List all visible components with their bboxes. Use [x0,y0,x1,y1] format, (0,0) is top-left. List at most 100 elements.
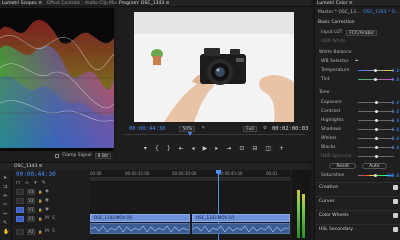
program-timecode[interactable]: 00:00:44:30 [129,126,165,132]
track-target-a2[interactable] [16,228,24,235]
tone-slider[interactable] [358,137,394,140]
eye-icon[interactable]: ◉ [45,198,49,203]
slip-tool-icon[interactable]: ⇔ [3,210,9,219]
section-color-wheels[interactable]: Color Wheels [315,210,400,219]
clip-label[interactable]: OSC_1343 * O... [363,10,399,15]
track-name[interactable]: A1 [27,215,35,222]
audio-clip[interactable] [90,223,190,234]
step-forward-icon[interactable]: ▸ [215,145,218,152]
pen-tool-icon[interactable]: ✎ [3,219,9,228]
lock-icon[interactable]: 🔒 [38,199,42,203]
add-icon[interactable]: + [279,145,284,152]
wrench-icon[interactable]: ✎ [201,126,205,131]
track-target-v3[interactable] [16,188,24,195]
tint-knob[interactable] [374,78,377,81]
tone-value[interactable]: 0.0 [392,145,399,150]
tone-slider-knob[interactable] [374,137,378,140]
step-back-icon[interactable]: ◂ [192,145,195,152]
program-scrub-bar[interactable] [123,132,305,139]
go-to-in-icon[interactable]: ⇤ [179,145,184,152]
tone-value[interactable]: 0.0 [392,109,399,114]
tone-slider-knob[interactable] [374,146,378,149]
video-frame[interactable] [134,12,294,122]
track-target-v1[interactable] [16,206,24,213]
tone-slider[interactable] [358,155,394,158]
out-point-icon[interactable]: } [167,145,171,152]
track-name[interactable]: V1 [27,206,35,213]
razor-tool-icon[interactable]: ✂ [3,201,9,210]
temperature-slider[interactable] [358,69,394,72]
temperature-knob[interactable] [374,69,377,72]
extract-icon[interactable]: ⊟ [252,145,257,152]
tone-slider[interactable] [358,101,394,104]
clamp-signal-checkbox[interactable] [54,153,59,158]
track-select-icon[interactable]: ⇉ [3,183,9,192]
tone-slider[interactable] [358,128,394,131]
section-hsl-secondary[interactable]: HSL Secondary [315,224,400,233]
master-label[interactable]: Master * OSC_13... [318,10,360,15]
eye-icon[interactable]: ◉ [45,207,49,212]
track-name[interactable]: V2 [27,197,35,204]
export-frame-icon[interactable]: ◫ [265,145,271,152]
solo-icon[interactable]: S [52,216,56,221]
video-clip[interactable]: OSC_1343.MOV [V] [90,214,190,222]
white-balance-header[interactable]: White Balance [315,49,400,56]
lock-icon[interactable]: 🔒 [38,230,42,234]
video-clip[interactable]: OSC_1343.MOV [V] [192,214,290,222]
selection-tool-icon[interactable]: ➤ [3,174,9,183]
track-target-v2[interactable] [16,197,24,204]
marker-icon[interactable]: ▾ [144,145,147,152]
track-target-a1[interactable] [16,215,24,222]
lock-icon[interactable]: 🔒 [38,190,42,194]
hand-tool-icon[interactable]: ✋ [3,228,9,237]
lock-icon[interactable]: 🔒 [38,208,42,212]
tab-effect-controls[interactable]: Effect Controls [47,1,80,6]
solo-icon[interactable]: S [52,229,56,234]
playhead-marker[interactable] [188,132,192,136]
timeline-track-area[interactable]: 00:00 00:00:15:00 00:00:30:00 00:00:45:0… [90,170,290,240]
mute-icon[interactable]: M [45,216,49,221]
tone-value[interactable]: 0.0 [392,127,399,132]
color-wheels-checkbox[interactable] [393,212,398,218]
tone-slider[interactable] [358,110,394,113]
reset-button[interactable]: Reset [329,163,357,169]
tone-value[interactable]: 0.0 [392,118,399,123]
input-lut-select[interactable]: FCC/Arabic [346,29,378,36]
lumetri-title[interactable]: Lumetri Color ≡ [317,1,353,6]
tint-value[interactable]: 0.0 [392,77,399,82]
audio-clip[interactable] [192,223,290,234]
basic-correction-header[interactable]: Basic Correction [315,19,400,26]
tone-slider[interactable] [358,119,394,122]
section-creative[interactable]: Creative [315,182,400,191]
settings-icon[interactable]: ⚙ [263,126,267,131]
timeline-tab[interactable]: OSC_1343 ≡ [14,164,42,169]
track-name[interactable]: A2 [27,228,35,235]
tone-slider[interactable] [358,146,394,149]
timeline-ruler[interactable]: 00:00 00:00:15:00 00:00:30:00 00:00:45:0… [90,170,290,178]
tone-slider-knob[interactable] [374,155,378,158]
tone-header[interactable]: Tone [315,89,400,96]
wrench-icon[interactable]: ✎ [42,180,46,186]
tone-value[interactable]: 0.0 [392,100,399,105]
bit-depth-select[interactable]: 8 Bit [94,152,111,159]
auto-button[interactable]: Auto [362,163,387,169]
ripple-edit-icon[interactable]: ⇹ [3,192,9,201]
add-marker-icon[interactable]: ▾ [34,180,37,186]
temperature-value[interactable]: 0.0 [392,68,399,73]
work-area-bar[interactable] [90,178,290,181]
zoom-select[interactable]: 50% [179,125,196,132]
eye-icon[interactable]: ◉ [45,189,49,194]
go-to-out-icon[interactable]: ⇥ [226,145,231,152]
in-point-icon[interactable]: { [155,145,159,152]
section-curves[interactable]: Curves [315,196,400,205]
lift-icon[interactable]: ⊡ [239,145,244,152]
timeline-timecode[interactable]: 00:00:44:30 [16,171,56,178]
track-name[interactable]: V3 [27,188,35,195]
snap-icon[interactable]: ⊓ [16,180,20,186]
mute-icon[interactable]: M [45,229,49,234]
tone-slider-knob[interactable] [374,119,378,122]
tab-lumetri-scopes[interactable]: Lumetri Scopes ≡ [2,1,42,6]
tone-slider-knob[interactable] [374,128,378,131]
eyedropper-icon[interactable]: ✒ [355,59,359,64]
program-title[interactable]: Program: OSC_1343 ≡ [119,1,169,6]
